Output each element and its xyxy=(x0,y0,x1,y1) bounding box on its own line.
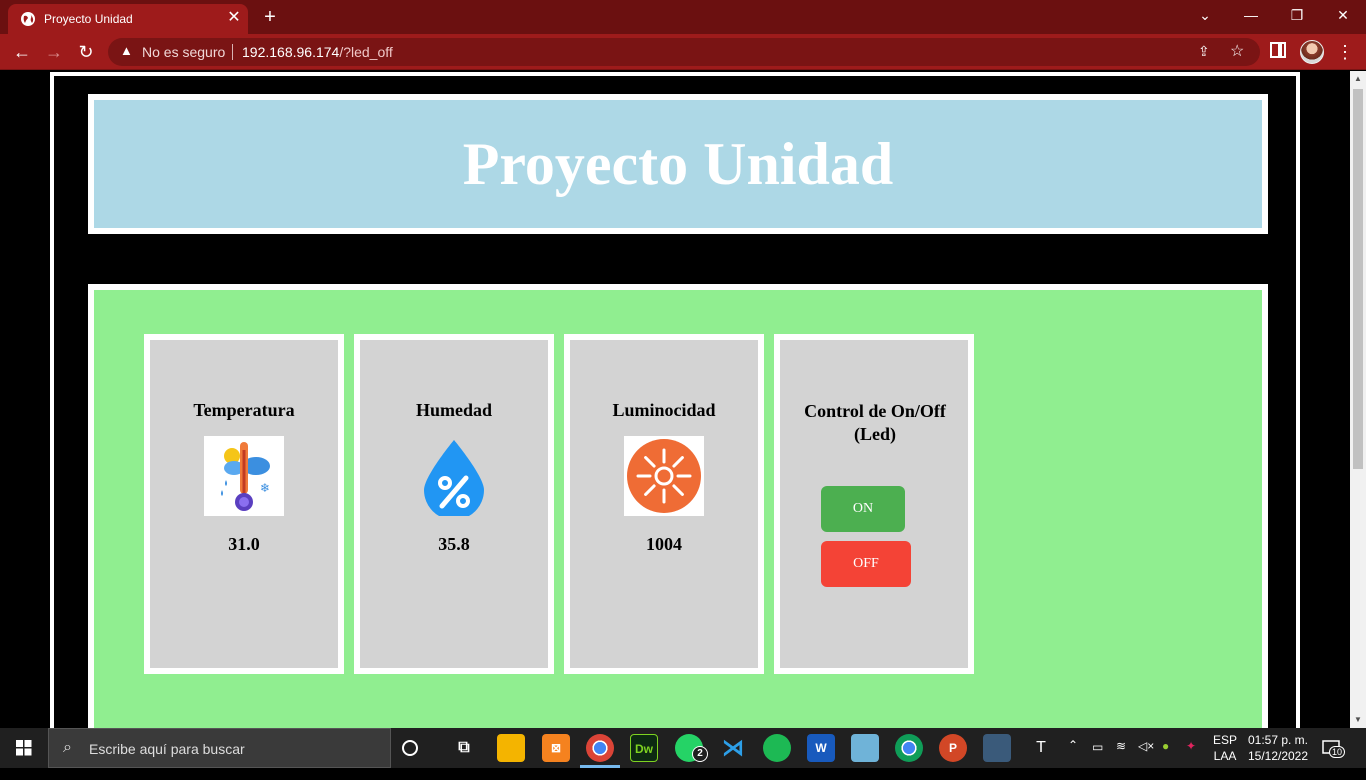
temperature-value: 31.0 xyxy=(228,534,260,554)
notification-center-icon[interactable]: 10 xyxy=(1322,738,1346,758)
card-label: Luminocidad xyxy=(612,400,716,420)
vscode-icon[interactable]: ⋊ xyxy=(719,734,747,762)
temperature-card: Temperatura ❄ 31.0 xyxy=(144,334,344,674)
side-panel-icon[interactable] xyxy=(1270,42,1286,58)
app-tray-icon[interactable]: ✦ xyxy=(1186,739,1196,779)
language-code: ESP xyxy=(1212,733,1237,747)
bookmark-star-icon[interactable]: ☆ xyxy=(1230,41,1244,61)
search-icon: ⌕ xyxy=(63,739,72,756)
tab-bar: Proyecto Unidad ✕ + ⌄ — ❐ ✕ xyxy=(0,0,1366,34)
system-clock[interactable]: 01:57 p. m. 15/12/2022 xyxy=(1242,732,1314,764)
scroll-down-icon[interactable]: ▼ xyxy=(1350,712,1366,728)
keyboard-layout: LAA xyxy=(1213,749,1237,763)
clock-time: 01:57 p. m. xyxy=(1247,733,1309,747)
show-hidden-icons[interactable]: ⌃ xyxy=(1068,738,1078,778)
page-scrollbar[interactable]: ▲ ▼ xyxy=(1350,71,1366,728)
powerpoint-icon[interactable]: P xyxy=(939,734,967,762)
led-control-card: Control de On/Off (Led) ON OFF xyxy=(774,334,974,674)
search-placeholder: Escribe aquí para buscar xyxy=(89,741,245,757)
profile-avatar[interactable] xyxy=(1300,40,1324,64)
control-label: Control de On/Off (Led) xyxy=(804,401,946,444)
card-label: Temperatura xyxy=(193,400,295,420)
url-path: /?led_off xyxy=(339,44,393,60)
minimize-button[interactable]: — xyxy=(1228,0,1274,30)
humidity-card: Humedad 35.8 xyxy=(354,334,554,674)
page-header: Proyecto Unidad xyxy=(88,94,1268,234)
language-indicator[interactable]: ESP LAA xyxy=(1210,732,1240,764)
warning-icon[interactable]: ▲ xyxy=(120,43,133,58)
sensor-panel: Temperatura ❄ 31.0 Humedad 35.8 Luminoci… xyxy=(88,284,1268,728)
close-window-button[interactable]: ✕ xyxy=(1320,0,1366,30)
humidity-drop-icon xyxy=(414,436,494,520)
tab-search-icon[interactable]: ⌄ xyxy=(1182,0,1228,30)
browser-toolbar: ← → ↻ ▲ No es seguro 192.168.96.174/?led… xyxy=(0,34,1366,70)
wifi-icon[interactable]: ≋ xyxy=(1116,739,1126,779)
forward-arrow-icon[interactable]: → xyxy=(40,38,68,66)
sun-icon xyxy=(624,436,704,516)
restore-button[interactable]: ❐ xyxy=(1274,0,1320,30)
led-off-button[interactable]: OFF xyxy=(821,541,911,587)
word-icon[interactable]: W xyxy=(807,734,835,762)
clock-date: 15/12/2022 xyxy=(1247,749,1309,763)
address-bar[interactable]: ▲ No es seguro 192.168.96.174/?led_off ⇪… xyxy=(108,38,1260,66)
page-frame: Proyecto Unidad Temperatura ❄ 31.0 Humed… xyxy=(50,72,1300,728)
taskbar-search-box[interactable]: ⌕ Escribe aquí para buscar xyxy=(48,728,391,768)
spotify-icon[interactable] xyxy=(763,734,791,762)
kebab-menu-icon[interactable]: ⋮ xyxy=(1336,40,1354,64)
file-explorer-icon[interactable] xyxy=(497,734,525,762)
mysql-workbench-icon[interactable] xyxy=(851,734,879,762)
xampp-icon[interactable]: ⊠ xyxy=(542,734,570,762)
antivirus-icon[interactable]: ● xyxy=(1162,739,1169,779)
new-tab-button[interactable]: + xyxy=(258,5,282,29)
battery-icon[interactable]: ▭ xyxy=(1092,740,1103,780)
scrollbar-thumb[interactable] xyxy=(1353,89,1363,469)
page-title: Proyecto Unidad xyxy=(462,131,894,197)
windows-taskbar: ⌕ Escribe aquí para buscar ⧉ ⊠ Dw 2 ⋊ W … xyxy=(0,728,1366,768)
card-label: Humedad xyxy=(415,400,493,420)
share-icon[interactable]: ⇪ xyxy=(1198,43,1210,60)
led-on-button[interactable]: ON xyxy=(821,486,905,532)
luminosity-value: 1004 xyxy=(646,534,682,554)
luminosity-card: Luminocidad 1004 xyxy=(564,334,764,674)
cortana-icon[interactable] xyxy=(402,740,418,756)
task-view-icon[interactable]: ⧉ xyxy=(450,734,478,762)
whatsapp-badge: 2 xyxy=(692,746,708,762)
volume-muted-icon[interactable]: ◁× xyxy=(1138,739,1154,779)
dreamweaver-icon[interactable]: Dw xyxy=(630,734,658,762)
svg-text:❄: ❄ xyxy=(260,481,270,495)
close-tab-icon[interactable]: ✕ xyxy=(225,9,243,27)
url-host: 192.168.96.174 xyxy=(242,44,340,60)
back-arrow-icon[interactable]: ← xyxy=(8,38,36,66)
scroll-up-icon[interactable]: ▲ xyxy=(1350,71,1366,87)
reload-icon[interactable]: ↻ xyxy=(72,38,100,66)
divider xyxy=(232,44,233,60)
humidity-value: 35.8 xyxy=(438,534,470,554)
notification-count: 10 xyxy=(1329,746,1346,758)
tab-title: Proyecto Unidad xyxy=(44,12,133,26)
url-text[interactable]: 192.168.96.174/?led_off xyxy=(242,44,393,60)
thermometer-icon: ❄ xyxy=(204,436,284,516)
browser-tab[interactable]: Proyecto Unidad ✕ xyxy=(8,4,248,34)
windows-start-icon[interactable] xyxy=(0,728,48,768)
network-tool-icon[interactable] xyxy=(983,734,1011,762)
security-label[interactable]: No es seguro xyxy=(142,44,225,60)
chrome-icon[interactable] xyxy=(895,734,923,762)
globe-icon xyxy=(21,12,35,26)
typora-icon[interactable]: T xyxy=(1027,734,1055,762)
chrome-active-icon[interactable] xyxy=(586,734,614,762)
page-viewport: Proyecto Unidad Temperatura ❄ 31.0 Humed… xyxy=(0,71,1350,728)
